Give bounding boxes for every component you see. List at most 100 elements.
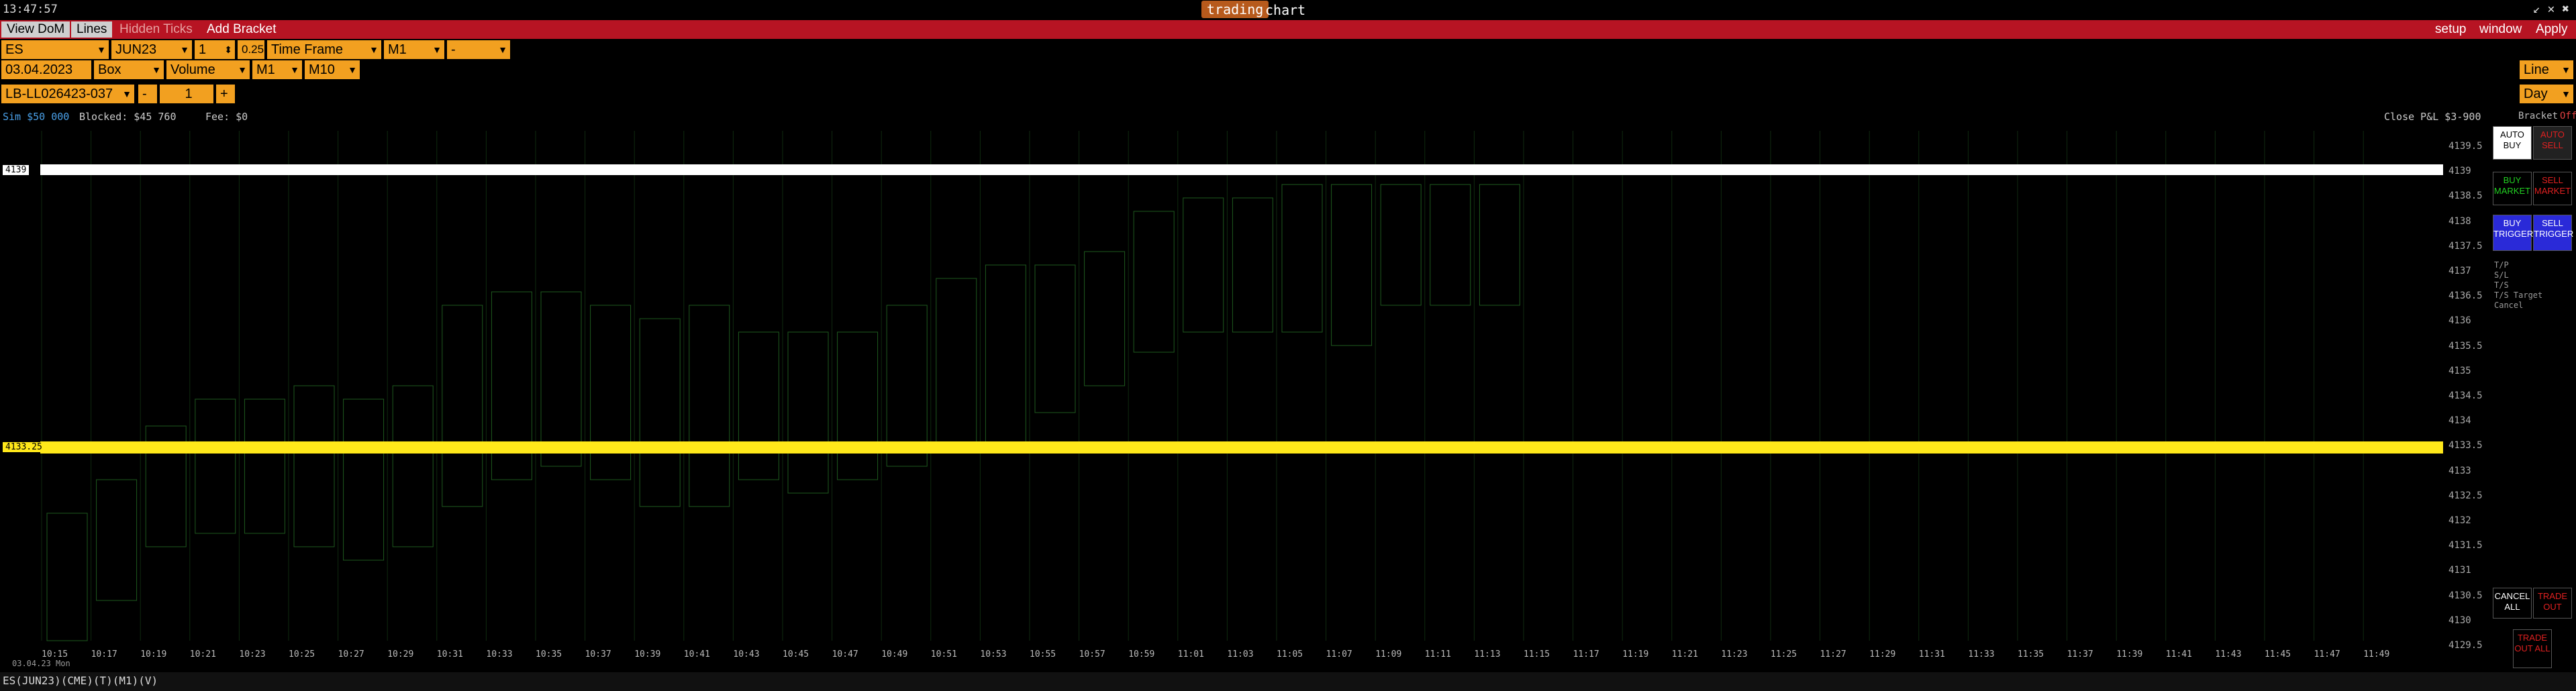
time-tick: 11:23 (1721, 649, 1748, 659)
candle-box (46, 513, 88, 641)
highlight-price-tag: 4133.25 (3, 442, 45, 452)
time-tick: 11:49 (2363, 649, 2390, 659)
apply-button[interactable]: Apply (2530, 21, 2573, 38)
hidden-ticks-button[interactable]: Hidden Ticks (114, 21, 198, 38)
window-controls[interactable]: ↙ ✕ ✖ (2533, 2, 2569, 16)
symbol-value: ES (5, 42, 23, 57)
candle-box (1034, 264, 1076, 413)
buy-trigger-button[interactable]: BUY TRIGGER (2493, 215, 2533, 251)
time-tick: 10:33 (486, 649, 513, 659)
chevron-down-icon: ▼ (348, 64, 357, 75)
qty-stepper[interactable]: 1 ⬍ (195, 40, 235, 59)
chevron-down-icon: ▼ (238, 64, 247, 75)
buy-market-button[interactable]: BUY MARKET (2493, 172, 2532, 205)
time-tick: 11:05 (1277, 649, 1303, 659)
m1-select[interactable]: M1 ▼ (252, 60, 302, 79)
bracket-state: Off (2560, 111, 2576, 121)
volume-select[interactable]: Volume ▼ (166, 60, 250, 79)
candle-box (392, 385, 434, 547)
bracket-label: Bracket (2518, 111, 2559, 121)
sell-trigger-button[interactable]: SELL TRIGGER (2533, 215, 2573, 251)
setup-button[interactable]: setup (2430, 21, 2471, 38)
day-select[interactable]: Day ▼ (2520, 85, 2573, 103)
add-bracket-button[interactable]: Add Bracket (201, 21, 282, 38)
price-tick: 4133 (2448, 465, 2471, 476)
status-text: ES(JUN23)(CME)(T)(M1)(V) (3, 674, 158, 687)
volume-value: Volume (170, 62, 215, 77)
cancel-label: Cancel (2494, 301, 2524, 310)
candle-box (195, 398, 236, 534)
m10-value: M10 (309, 62, 335, 77)
candle-box (985, 264, 1026, 454)
frame-value-select[interactable]: M1 ▼ (384, 40, 444, 59)
blocked-amount: Blocked: $45 760 (79, 111, 177, 123)
highlight-price-line (40, 441, 2443, 454)
tick-size[interactable]: 0.25 (238, 40, 264, 59)
frame-extra-select[interactable]: - ▼ (447, 40, 510, 59)
close-pnl: Close P&L $3-900 (2384, 111, 2481, 123)
price-tick: 4139 (2448, 166, 2471, 177)
symbol-select[interactable]: ES ▼ (1, 40, 109, 59)
time-tick: 11:31 (1918, 649, 1945, 659)
price-tick: 4135 (2448, 365, 2471, 376)
lines-button[interactable]: Lines (71, 21, 113, 38)
trade-out-all-button[interactable]: TRADE OUT ALL (2513, 629, 2552, 668)
time-tick: 11:35 (2018, 649, 2044, 659)
auto-sell-button[interactable]: AUTO SELL (2533, 126, 2572, 160)
time-tick: 11:41 (2165, 649, 2192, 659)
footprint-chart[interactable] (0, 131, 2483, 654)
time-tick: 11:29 (1869, 649, 1896, 659)
app-title: chart (1265, 2, 1306, 18)
line-select[interactable]: Line ▼ (2520, 60, 2573, 79)
time-tick: 10:25 (289, 649, 315, 659)
date-label: 03.04.23 Mon (12, 659, 70, 668)
ts-label: T/S (2494, 280, 2509, 290)
candle-box (1232, 197, 1273, 333)
m10-select[interactable]: M10 ▼ (305, 60, 360, 79)
order-qty-field[interactable]: 1 (160, 85, 213, 103)
price-tick: 4135.5 (2448, 340, 2483, 352)
time-tick: 11:39 (2116, 649, 2143, 659)
candle-box (96, 479, 138, 601)
auto-buy-button[interactable]: AUTO BUY (2493, 126, 2532, 160)
price-tick: 4136 (2448, 315, 2471, 327)
chevron-down-icon: ▼ (2561, 89, 2571, 99)
menu-bar (0, 20, 2576, 39)
chevron-down-icon: ▼ (180, 44, 189, 55)
time-tick: 11:21 (1671, 649, 1698, 659)
time-tick: 11:27 (1820, 649, 1846, 659)
chevron-down-icon: ▼ (97, 44, 106, 55)
trade-out-button[interactable]: TRADE OUT (2533, 588, 2572, 619)
account-select[interactable]: LB-LL026423-037 ▼ (1, 85, 134, 103)
sl-label: S/L (2494, 270, 2509, 280)
candle-box (787, 331, 829, 494)
qty-minus-button[interactable]: - (138, 85, 157, 103)
view-dom-button[interactable]: View DoM (1, 21, 70, 38)
candle-box (1133, 211, 1175, 353)
white-price-tag: 4139 (3, 165, 30, 175)
frame-type-select[interactable]: Time Frame ▼ (267, 40, 381, 59)
window-button[interactable]: window (2474, 21, 2527, 38)
time-tick: 11:33 (1968, 649, 1995, 659)
chevron-down-icon: ▼ (122, 89, 132, 99)
cancel-all-button[interactable]: CANCEL ALL (2493, 588, 2532, 619)
sell-market-button[interactable]: SELL MARKET (2533, 172, 2572, 205)
box-select[interactable]: Box ▼ (94, 60, 164, 79)
candle-box (540, 291, 582, 467)
price-tick: 4137.5 (2448, 240, 2483, 252)
time-tick: 10:31 (436, 649, 463, 659)
ts-target-label: T/S Target (2494, 290, 2543, 300)
sim-balance: Sim $50 000 (3, 111, 70, 123)
price-tick: 4137 (2448, 266, 2471, 276)
time-tick: 11:37 (2067, 649, 2093, 659)
candle-box (1380, 184, 1422, 306)
price-tick: 4139.5 (2448, 141, 2483, 152)
date-field[interactable]: 03.04.2023 (1, 60, 91, 79)
chevron-down-icon: ▼ (290, 64, 299, 75)
candle-box (689, 305, 730, 507)
app-title-badge: trading (1201, 1, 1269, 18)
qty-plus-button[interactable]: + (216, 85, 235, 103)
fee: Fee: $0 (205, 111, 248, 123)
current-price-line (40, 164, 2443, 175)
contract-select[interactable]: JUN23 ▼ (111, 40, 192, 59)
